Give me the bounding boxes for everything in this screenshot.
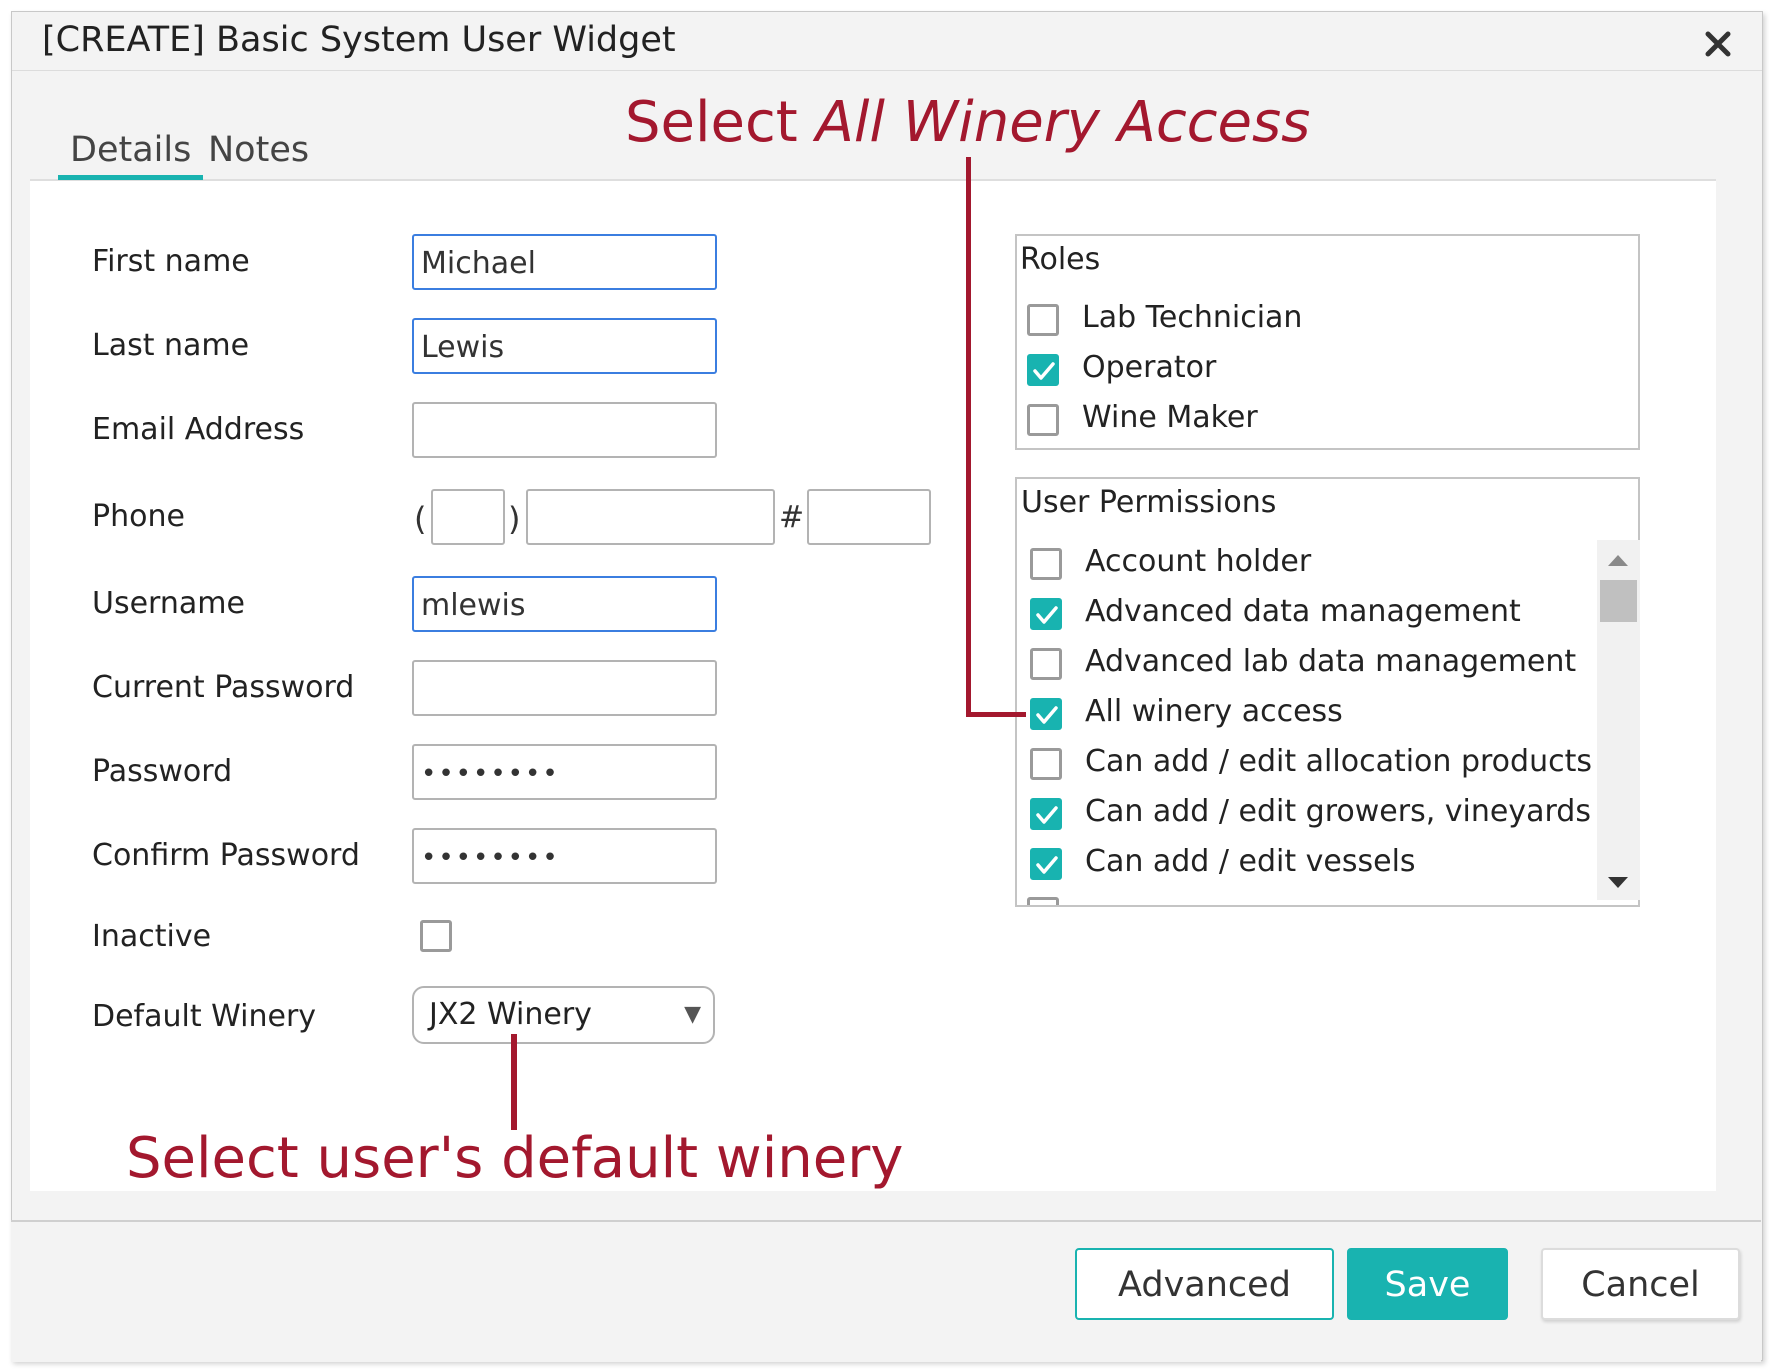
permission-item-checkbox[interactable] — [1030, 598, 1062, 630]
permission-item-checkbox[interactable] — [1030, 548, 1062, 580]
username-label: Username — [92, 586, 245, 621]
permission-item-checkbox[interactable] — [1030, 748, 1062, 780]
email-input[interactable] — [412, 402, 717, 458]
roles-heading: Roles — [1020, 242, 1101, 277]
scroll-up-icon[interactable] — [1608, 555, 1628, 566]
role-item-checkbox[interactable] — [1027, 304, 1059, 336]
dialog-title: [CREATE] Basic System User Widget — [42, 20, 676, 60]
inactive-label: Inactive — [92, 919, 212, 954]
checkmark-icon — [1036, 606, 1058, 624]
default-winery-label: Default Winery — [92, 999, 317, 1034]
annotation-prefix: Select — [625, 90, 816, 155]
tab-details[interactable]: Details — [58, 130, 204, 180]
permissions-group: User Permissions — [1015, 477, 1640, 907]
dialog-titlebar: [CREATE] Basic System User Widget — [12, 12, 1762, 71]
role-item-label: Operator — [1082, 350, 1217, 385]
inactive-checkbox[interactable] — [420, 920, 452, 952]
checkmark-icon — [1036, 856, 1058, 874]
first-name-label: First name — [92, 244, 250, 279]
confirm-password-label: Confirm Password — [92, 838, 360, 873]
phone-open-paren: ( — [414, 500, 427, 538]
phone-close-paren: ) — [508, 500, 521, 538]
annotation-line-vertical — [966, 157, 971, 717]
permission-item-label: Can add / edit allocation products — [1085, 744, 1592, 779]
permission-item-label: All winery access — [1085, 694, 1343, 729]
phone-label: Phone — [92, 499, 185, 534]
default-winery-select[interactable]: JX2 Winery ▼ — [412, 986, 715, 1044]
permission-item-label: Can add / edit growers, vineyards — [1085, 794, 1591, 829]
password-label: Password — [92, 754, 233, 789]
cancel-button[interactable]: Cancel — [1541, 1248, 1740, 1320]
permission-item-label: Advanced lab data management — [1085, 644, 1577, 679]
annotation-line-winery — [511, 1034, 517, 1130]
username-input[interactable]: mlewis — [412, 576, 717, 632]
permission-checkbox-partial[interactable] — [1027, 897, 1059, 905]
permission-item-checkbox[interactable] — [1030, 698, 1062, 730]
last-name-label: Last name — [92, 328, 250, 363]
confirm-password-input[interactable]: •••••••• — [412, 828, 717, 884]
role-item-checkbox[interactable] — [1027, 354, 1059, 386]
dropdown-arrow-icon: ▼ — [684, 1002, 701, 1027]
permission-item-label: Account holder — [1085, 544, 1312, 579]
first-name-input[interactable]: Michael — [412, 234, 717, 290]
save-button[interactable]: Save — [1347, 1248, 1508, 1320]
close-icon[interactable] — [1700, 26, 1736, 62]
permission-item-label: Advanced data management — [1085, 594, 1521, 629]
role-item-label: Lab Technician — [1082, 300, 1303, 335]
password-input[interactable]: •••••••• — [412, 744, 717, 800]
permissions-heading: User Permissions — [1021, 485, 1277, 520]
phone-ext-symbol: # — [779, 500, 805, 535]
permission-item-checkbox[interactable] — [1030, 648, 1062, 680]
advanced-button[interactable]: Advanced — [1075, 1248, 1334, 1320]
tab-notes[interactable]: Notes — [208, 130, 309, 170]
default-winery-value: JX2 Winery — [429, 997, 592, 1032]
permission-item-checkbox[interactable] — [1030, 848, 1062, 880]
current-password-label: Current Password — [92, 670, 355, 705]
last-name-input[interactable]: Lewis — [412, 318, 717, 374]
checkmark-icon — [1033, 362, 1055, 380]
checkmark-icon — [1036, 706, 1058, 724]
annotation-all-winery: Select All Winery Access — [625, 90, 1310, 155]
scroll-down-icon[interactable] — [1608, 877, 1628, 888]
scrollbar-thumb[interactable] — [1600, 580, 1637, 622]
permission-item-label: Can add / edit vessels — [1085, 844, 1416, 879]
phone-area-input[interactable] — [431, 489, 505, 545]
role-item-label: Wine Maker — [1082, 400, 1258, 435]
email-label: Email Address — [92, 412, 305, 447]
role-item-checkbox[interactable] — [1027, 404, 1059, 436]
annotation-default-winery: Select user's default winery — [126, 1126, 904, 1191]
annotation-line-horizontal — [966, 712, 1026, 717]
annotation-emphasis: All Winery Access — [815, 90, 1311, 155]
checkmark-icon — [1036, 806, 1058, 824]
phone-ext-input[interactable] — [807, 489, 931, 545]
permission-item-checkbox[interactable] — [1030, 798, 1062, 830]
current-password-input[interactable] — [412, 660, 717, 716]
phone-number-input[interactable] — [526, 489, 775, 545]
